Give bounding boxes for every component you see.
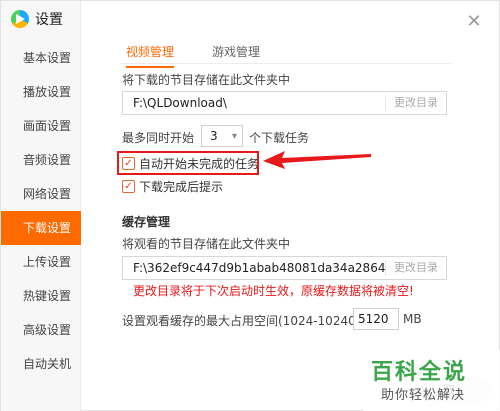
sidebar-item-picture[interactable]: 画面设置	[1, 109, 81, 143]
cache-folder-label: 将观看的节目存储在此文件夹中	[122, 237, 291, 251]
sidebar-item-upload[interactable]: 上传设置	[1, 245, 81, 279]
sidebar-item-auto-shutdown[interactable]: 自动关机	[1, 347, 81, 381]
annotation-highlight-box	[117, 151, 259, 175]
sidebar-item-playback[interactable]: 播放设置	[1, 75, 81, 109]
notify-checkbox[interactable]: ✓	[122, 180, 135, 193]
cache-folder-path: F:\362ef9c447d9b1abab48081da34a2864\	[133, 261, 385, 275]
watermark-subtitle: 助你轻松解决	[381, 388, 466, 403]
cache-heading: 缓存管理	[122, 215, 171, 229]
cache-max-label: 设置观看缓存的最大占用空间(1024-10240)	[122, 314, 361, 328]
sidebar-item-basic[interactable]: 基本设置	[1, 41, 81, 75]
concurrent-tasks-select[interactable]: 3 ▾	[201, 125, 243, 147]
settings-window: 设置 基本设置 播放设置 画面设置 音频设置 网络设置 下载设置 上传设置 热键…	[0, 0, 500, 411]
download-folder-field[interactable]: F:\QLDownload\ 更改目录	[122, 91, 447, 115]
concurrent-tasks-value: 3	[210, 129, 218, 143]
sidebar: 设置 基本设置 播放设置 画面设置 音频设置 网络设置 下载设置 上传设置 热键…	[1, 1, 81, 411]
window-title: 设置	[35, 12, 63, 28]
sidebar-item-advanced[interactable]: 高级设置	[1, 313, 81, 347]
tab-divider	[121, 63, 451, 64]
watermark: 百科全说 助你轻松解决	[363, 350, 500, 411]
watermark-title: 百科全说	[371, 360, 468, 385]
concurrent-suffix-label: 个下载任务	[249, 131, 310, 145]
notify-label: 下载完成后提示	[139, 180, 224, 194]
tab-game-management[interactable]: 游戏管理	[212, 43, 260, 68]
sidebar-item-network[interactable]: 网络设置	[1, 177, 81, 211]
download-change-dir-button[interactable]: 更改目录	[385, 95, 446, 111]
cache-max-input[interactable]: 5120	[353, 308, 399, 330]
sidebar-item-audio[interactable]: 音频设置	[1, 143, 81, 177]
download-folder-path: F:\QLDownload\	[133, 96, 227, 110]
notify-checkbox-row[interactable]: ✓ 下载完成后提示	[122, 178, 223, 195]
concurrent-prefix-label: 最多同时开始	[122, 131, 195, 145]
cache-change-dir-button[interactable]: 更改目录	[385, 260, 446, 276]
cache-folder-field[interactable]: F:\362ef9c447d9b1abab48081da34a2864\ 更改目…	[122, 256, 447, 280]
cache-max-unit: MB	[403, 312, 422, 326]
download-folder-label: 将下载的节目存储在此文件夹中	[122, 73, 291, 87]
cache-warning-text: 更改目录将于下次启动时生效，原缓存数据将被清空!	[133, 284, 414, 298]
sidebar-item-download[interactable]: 下载设置	[1, 211, 81, 245]
sidebar-item-hotkey[interactable]: 热键设置	[1, 279, 81, 313]
chevron-down-icon: ▾	[231, 130, 237, 142]
annotation-arrow-icon	[263, 151, 371, 169]
tab-video-management[interactable]: 视频管理	[126, 43, 175, 68]
tab-bar: 视频管理 游戏管理	[126, 43, 298, 68]
sidebar-nav: 基本设置 播放设置 画面设置 音频设置 网络设置 下载设置 上传设置 热键设置 …	[1, 41, 81, 381]
title-bar: 设置	[11, 9, 63, 29]
app-logo-icon	[11, 10, 29, 28]
